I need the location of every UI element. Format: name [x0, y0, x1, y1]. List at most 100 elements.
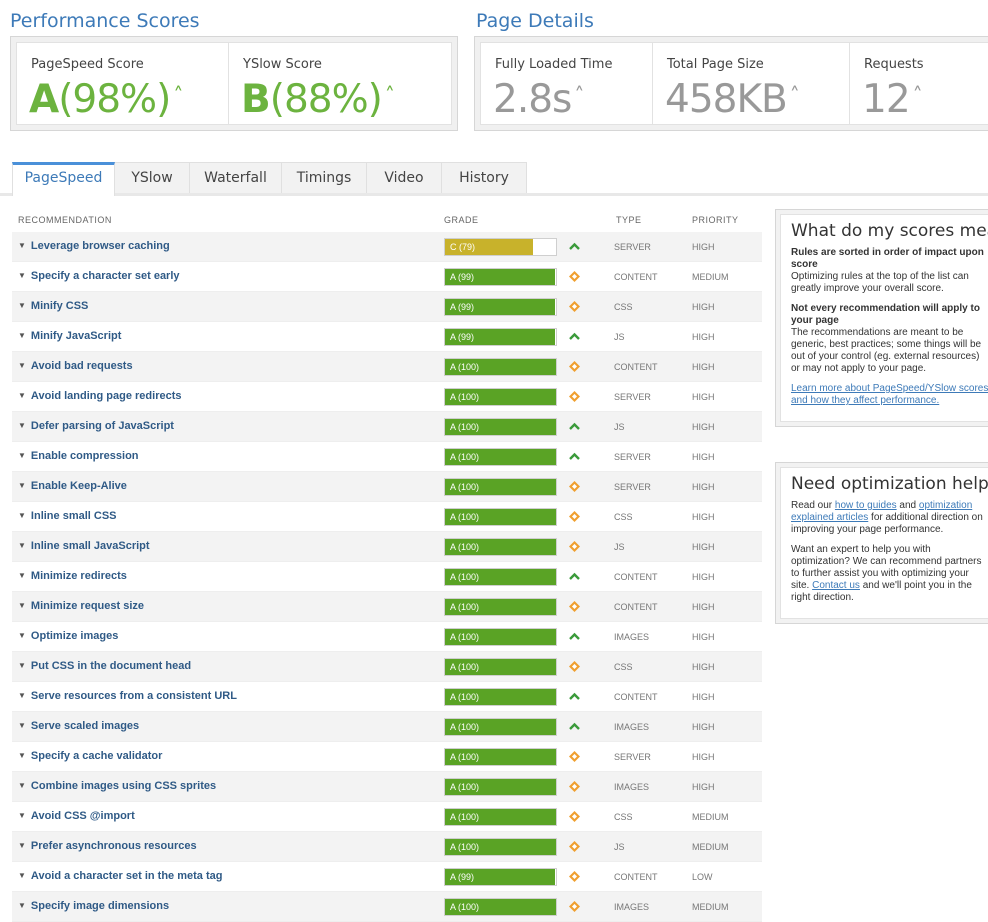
- type-label: JS: [614, 332, 625, 342]
- table-row[interactable]: ▼ Enable compression A (100) SERVER HIGH: [12, 442, 762, 472]
- contact-us-link[interactable]: Contact us: [812, 580, 860, 591]
- pagespeed-percent: (98%): [58, 77, 171, 122]
- tab-video[interactable]: Video: [366, 162, 442, 193]
- header-recommendation: RECOMMENDATION: [18, 215, 112, 225]
- grade-fill: A (100): [445, 479, 556, 495]
- tab-timings[interactable]: Timings: [281, 162, 367, 193]
- recommendation-name[interactable]: ▼ Defer parsing of JavaScript: [18, 420, 174, 432]
- tab-yslow[interactable]: YSlow: [114, 162, 190, 193]
- grade-label: A (99): [450, 872, 475, 882]
- table-row[interactable]: ▼ Specify a character set early A (99) CONT…: [12, 262, 762, 292]
- grade-fill: A (100): [445, 629, 556, 645]
- type-label: SERVER: [614, 752, 651, 762]
- recommendation-label: Avoid a character set in the meta tag: [30, 870, 223, 882]
- help-text: Read our: [791, 500, 835, 511]
- type-label: CSS: [614, 812, 633, 822]
- caret-down-icon: ▼: [18, 631, 26, 640]
- priority-label: HIGH: [692, 362, 715, 372]
- grade-fill: C (79): [445, 239, 533, 255]
- recommendation-name[interactable]: ▼ Enable Keep-Alive: [18, 480, 127, 492]
- tab-waterfall[interactable]: Waterfall: [189, 162, 282, 193]
- up-arrow-icon: ˄: [789, 83, 800, 107]
- performance-scores-card: PageSpeed Score A(98%) ˄ YSlow Score B(88…: [10, 36, 458, 131]
- grade-fill: A (99): [445, 269, 555, 285]
- recommendation-name[interactable]: ▼ Serve resources from a consistent URL: [18, 690, 237, 702]
- recommendation-name[interactable]: ▼ Avoid a character set in the meta tag: [18, 870, 222, 882]
- table-row[interactable]: ▼ Avoid CSS @import A (100) CSS MEDIUM: [12, 802, 762, 832]
- grade-fill: A (100): [445, 449, 556, 465]
- table-row[interactable]: ▼ Avoid bad requests A (100) CONTENT HIGH: [12, 352, 762, 382]
- grade-fill: A (100): [445, 359, 556, 375]
- tab-pagespeed[interactable]: PageSpeed: [12, 162, 115, 196]
- priority-label: HIGH: [692, 632, 715, 642]
- recommendation-name[interactable]: ▼ Avoid bad requests: [18, 360, 133, 372]
- recommendation-name[interactable]: ▼ Specify a character set early: [18, 270, 180, 282]
- table-row[interactable]: ▼ Put CSS in the document head A (100) CSS H…: [12, 652, 762, 682]
- grade-bar: A (100): [444, 688, 557, 706]
- recommendation-name[interactable]: ▼ Prefer asynchronous resources: [18, 840, 197, 852]
- table-row[interactable]: ▼ Avoid a character set in the meta tag A …: [12, 862, 762, 892]
- recommendation-name[interactable]: ▼ Minimize request size: [18, 600, 144, 612]
- requests-label: Requests: [864, 57, 924, 72]
- priority-label: HIGH: [692, 602, 715, 612]
- table-row[interactable]: ▼ Minimize redirects A (100) CONTENT HIGH: [12, 562, 762, 592]
- table-row[interactable]: ▼ Inline small JavaScript A (100) JS HIGH: [12, 532, 762, 562]
- type-label: CSS: [614, 662, 633, 672]
- how-to-guides-link[interactable]: how to guides: [835, 500, 897, 511]
- page-size-value: 458KB: [665, 77, 788, 122]
- grade-label: A (100): [450, 842, 480, 852]
- learn-more-link[interactable]: Learn more about PageSpeed/YSlow scores …: [791, 383, 988, 406]
- priority-label: HIGH: [692, 662, 715, 672]
- recommendation-name[interactable]: ▼ Optimize images: [18, 630, 118, 642]
- recommendation-name[interactable]: ▼ Avoid landing page redirects: [18, 390, 182, 402]
- optimization-help-panel: Need optimization help? Read our how to …: [775, 462, 988, 624]
- grade-label: A (100): [450, 752, 480, 762]
- table-row[interactable]: ▼ Prefer asynchronous resources A (100) JS M…: [12, 832, 762, 862]
- optimization-help-title: Need optimization help?: [791, 474, 988, 494]
- recommendation-name[interactable]: ▼ Specify image dimensions: [18, 900, 169, 912]
- table-row[interactable]: ▼ Serve scaled images A (100) IMAGES HIGH: [12, 712, 762, 742]
- grade-fill: A (100): [445, 509, 556, 525]
- grade-label: A (100): [450, 512, 480, 522]
- recommendation-name[interactable]: ▼ Inline small CSS: [18, 510, 117, 522]
- recommendation-label: Avoid CSS @import: [30, 810, 135, 822]
- grade-fill: A (99): [445, 869, 555, 885]
- table-row[interactable]: ▼ Optimize images A (100) IMAGES HIGH: [12, 622, 762, 652]
- recommendation-name[interactable]: ▼ Put CSS in the document head: [18, 660, 191, 672]
- table-row[interactable]: ▼ Defer parsing of JavaScript A (100) JS HIG…: [12, 412, 762, 442]
- table-row[interactable]: ▼ Leverage browser caching C (79) SERVER HIG…: [12, 232, 762, 262]
- recommendation-name[interactable]: ▼ Enable compression: [18, 450, 139, 462]
- table-row[interactable]: ▼ Minimize request size A (100) CONTENT HIGH: [12, 592, 762, 622]
- table-row[interactable]: ▼ Combine images using CSS sprites A (100)…: [12, 772, 762, 802]
- recommendation-name[interactable]: ▼ Inline small JavaScript: [18, 540, 150, 552]
- recommendation-name[interactable]: ▼ Combine images using CSS sprites: [18, 780, 216, 792]
- recommendation-label: Serve scaled images: [30, 720, 140, 732]
- type-label: CONTENT: [614, 272, 658, 282]
- recommendation-name[interactable]: ▼ Minify JavaScript: [18, 330, 121, 342]
- recommendation-name[interactable]: ▼ Serve scaled images: [18, 720, 139, 732]
- table-row[interactable]: ▼ Enable Keep-Alive A (100) SERVER HIGH: [12, 472, 762, 502]
- table-row[interactable]: ▼ Avoid landing page redirects A (100) SERV…: [12, 382, 762, 412]
- recommendation-label: Minify CSS: [30, 300, 89, 312]
- pagespeed-score: PageSpeed Score A(98%) ˄: [17, 43, 229, 124]
- recommendation-name[interactable]: ▼ Specify a cache validator: [18, 750, 162, 762]
- tab-history[interactable]: History: [441, 162, 527, 193]
- recommendation-name[interactable]: ▼ Leverage browser caching: [18, 240, 170, 252]
- table-row[interactable]: ▼ Inline small CSS A (100) CSS HIGH: [12, 502, 762, 532]
- table-row[interactable]: ▼ Minify JavaScript A (99) JS HIGH: [12, 322, 762, 352]
- table-row[interactable]: ▼ Specify image dimensions A (100) IMAGES ME…: [12, 892, 762, 922]
- priority-label: LOW: [692, 872, 713, 882]
- diamond-icon: [568, 750, 581, 763]
- diamond-icon: [568, 480, 581, 493]
- recommendation-name[interactable]: ▼ Minify CSS: [18, 300, 88, 312]
- type-label: JS: [614, 542, 625, 552]
- table-row[interactable]: ▼ Specify a cache validator A (100) SERVER H…: [12, 742, 762, 772]
- priority-label: HIGH: [692, 572, 715, 582]
- table-row[interactable]: ▼ Minify CSS A (99) CSS HIGH: [12, 292, 762, 322]
- table-row[interactable]: ▼ Serve resources from a consistent URL A …: [12, 682, 762, 712]
- recommendation-name[interactable]: ▼ Avoid CSS @import: [18, 810, 135, 822]
- up-arrow-icon: [568, 420, 581, 433]
- recommendation-name[interactable]: ▼ Minimize redirects: [18, 570, 127, 582]
- grade-bar: A (100): [444, 838, 557, 856]
- up-arrow-icon: ˄: [574, 83, 584, 107]
